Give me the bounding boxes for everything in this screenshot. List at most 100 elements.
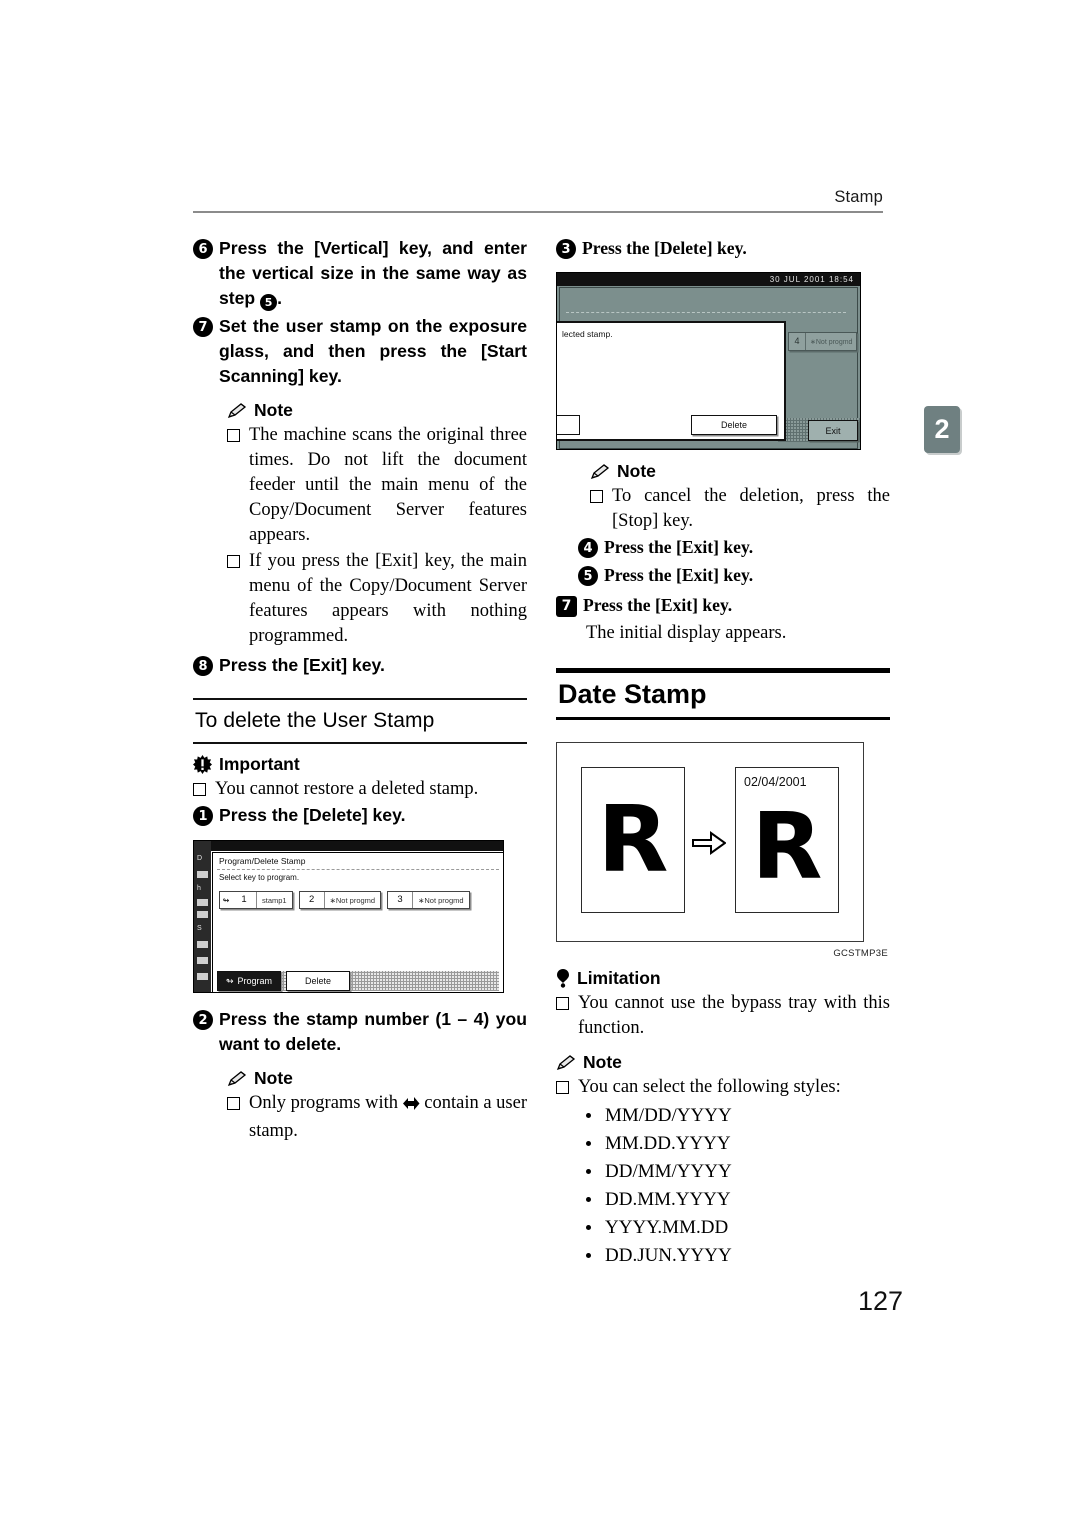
bullet-square-icon (227, 429, 240, 442)
left-column: 6 Press the [Vertical] key, and enter th… (193, 236, 527, 1145)
rail-tick (197, 973, 208, 980)
stamp-arrow-icon (402, 1094, 420, 1119)
step-6: 6 Press the [Vertical] key, and enter th… (193, 236, 527, 311)
delete-button-label: Delete (304, 976, 331, 986)
step-1: 1 Press the [Delete] key. (193, 803, 527, 828)
header-rule (193, 211, 883, 213)
note-list-2: Only programs with contain a user stamp. (227, 1091, 527, 1144)
step-3: 3 Press the [Delete] key. (556, 236, 890, 261)
important-list: You cannot restore a deleted stamp. (193, 777, 527, 802)
step-5-text: Press the [Exit] key. (604, 565, 754, 585)
date-style-text: YYYY.MM.DD (605, 1217, 729, 1238)
running-head: Stamp (834, 188, 883, 206)
note-intro-text: You can select the following styles: (578, 1077, 841, 1097)
limitation-label: Limitation (577, 968, 661, 988)
note-list-3: To cancel the deletion, press the [Stop]… (590, 484, 890, 534)
pencil-icon (227, 1070, 247, 1087)
limitation-heading: Limitation (556, 968, 890, 989)
step-badge-2: 2 (193, 1010, 213, 1030)
stamp-key-name: ∗Not progmd (418, 895, 464, 905)
lcd-key-row: ↬ 1 stamp1 2 ∗Not progmd 3 ∗Not progmd (219, 891, 470, 909)
bullet-dot-icon (586, 1141, 591, 1146)
date-style-item: MM/DD/YYYY (586, 1102, 890, 1130)
rail-tick (197, 871, 208, 878)
pencil-icon (590, 463, 610, 480)
step-5: 5 Press the [Exit] key. (578, 563, 890, 588)
rail-label: S (197, 925, 202, 932)
exit-button[interactable]: Exit (808, 420, 858, 441)
step-4: 4 Press the [Exit] key. (578, 535, 890, 560)
step-8-text: Press the [Exit] key. (219, 655, 385, 675)
date-style-item: DD/MM/YYYY (586, 1158, 890, 1186)
date-style-item: DD.MM.YYYY (586, 1186, 890, 1214)
stamp-key-2[interactable]: 2 ∗Not progmd (298, 891, 382, 909)
step-2-text: Press the stamp number (1 – 4) you want … (219, 1009, 527, 1054)
bullet-square-icon (556, 997, 569, 1010)
pencil-icon (556, 1054, 576, 1071)
dialog-delete-button[interactable]: Delete (691, 415, 777, 435)
confirm-dialog: lected stamp. Delete (557, 321, 786, 441)
figure-wrapper: R 02/04/2001 R GCSTMP3E (556, 742, 890, 959)
note-item: To cancel the deletion, press the [Stop]… (590, 484, 890, 534)
bullet-dot-icon (586, 1113, 591, 1118)
step-7-outer-text: Press the [Exit] key. (583, 595, 733, 615)
page-number: 127 (857, 1286, 903, 1316)
lcd2-top-bar: 30 JUL 2001 18:54 (557, 273, 860, 286)
stamp-arrow-icon: ↬ (222, 895, 230, 905)
figure-letter-after: R (751, 793, 823, 900)
lcd-divider (217, 869, 499, 870)
stamp-key-1[interactable]: ↬ 1 stamp1 (219, 891, 293, 909)
note-item: Only programs with contain a user stamp. (227, 1091, 527, 1144)
bullet-dot-icon (586, 1197, 591, 1202)
right-column: 3 Press the [Delete] key. 30 JUL 2001 18… (556, 236, 890, 1270)
burst-icon (193, 755, 212, 774)
program-button-label: Program (237, 976, 273, 986)
program-button[interactable]: ↬ Program (217, 971, 281, 991)
lcd2-divider (566, 312, 846, 313)
rail-label: D (197, 855, 203, 862)
stamp-key-name: ∗Not progmd (329, 895, 376, 905)
note-list-4: You can select the following styles: (556, 1075, 890, 1100)
step-4-text: Press the [Exit] key. (604, 537, 754, 557)
important-heading: Important (193, 754, 527, 775)
lcd-left-rail: D h S (194, 841, 211, 992)
limitation-item: You cannot use the bypass tray with this… (556, 991, 890, 1041)
bullet-square-icon (227, 555, 240, 568)
stamp-key-4[interactable]: 4 ∗Not progmd (788, 332, 858, 351)
step-3-text: Press the [Delete] key. (582, 238, 747, 258)
date-style-text: DD.JUN.YYYY (605, 1245, 732, 1266)
stamp-key-name: stamp1 (262, 895, 287, 905)
step-badge-3: 3 (556, 239, 576, 259)
inline-step-badge-5: 5 (260, 294, 278, 311)
note-heading-4: Note (556, 1052, 890, 1073)
subsection-rule-bottom (193, 742, 527, 744)
manual-page: Stamp 2 6 Press the [Vertical] key, and … (0, 0, 1080, 1526)
date-style-text: MM.DD.YYYY (605, 1133, 731, 1154)
subsection-to-delete-user-stamp: To delete the User Stamp (193, 698, 527, 744)
important-item-text: You cannot restore a deleted stamp. (215, 779, 479, 799)
bullet-dot-icon (586, 1253, 591, 1258)
lcd-top-bar (194, 841, 503, 851)
stamp-key-3[interactable]: 3 ∗Not progmd (387, 891, 470, 909)
step-badge-1: 1 (193, 806, 213, 826)
bullet-square-icon (193, 783, 206, 796)
note-list-1: The machine scans the original three tim… (227, 423, 527, 649)
section-rule-bottom (556, 717, 890, 720)
rail-tick (197, 899, 208, 906)
delete-button[interactable]: Delete (286, 971, 350, 991)
note-heading-3: Note (590, 461, 890, 482)
chapter-tab: 2 (924, 406, 960, 453)
important-item: You cannot restore a deleted stamp. (193, 777, 527, 802)
rail-tick (197, 957, 208, 964)
figure-date-stamp-example: R 02/04/2001 R (556, 742, 864, 942)
rail-tick (197, 911, 208, 918)
dialog-left-button-stub[interactable] (557, 415, 580, 435)
figure-caption: GCSTMP3E (833, 948, 888, 959)
note-heading-1: Note (227, 400, 527, 421)
lcd-screenshot-delete-confirm: 30 JUL 2001 18:54 4 ∗Not progmd Exit lec… (556, 272, 861, 450)
step-6-text: Press the [Vertical] key, and enter the … (219, 238, 527, 311)
lcd-body: Program/Delete Stamp Select key to progr… (212, 852, 503, 992)
date-style-text: DD/MM/YYYY (605, 1161, 732, 1182)
step-7-outer: 7 Press the [Exit] key. (556, 593, 890, 618)
stamp-key-name: ∗Not progmd (810, 338, 853, 346)
